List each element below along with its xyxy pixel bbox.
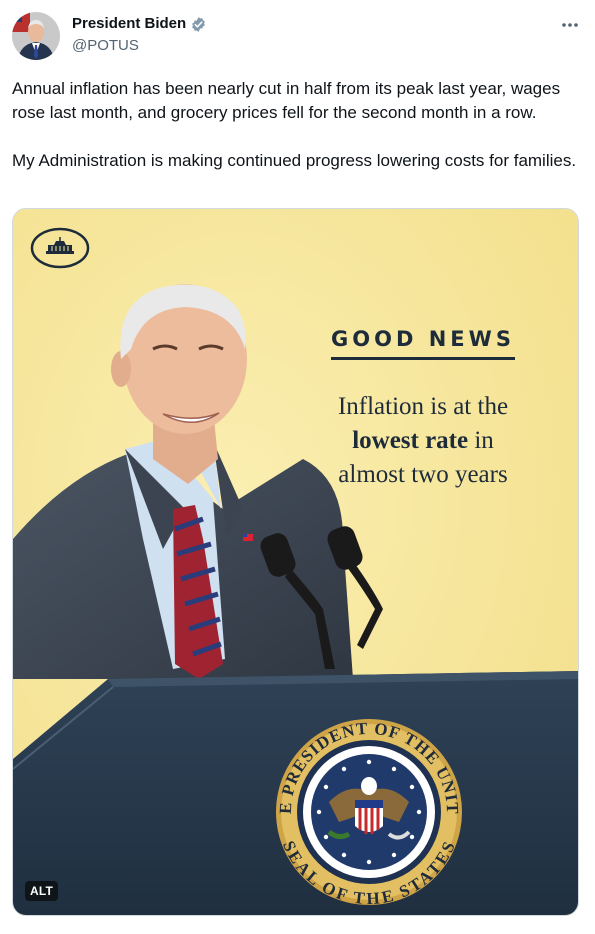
image-artwork: THE PRESIDENT OF THE UNITED SEAL OF THE … xyxy=(13,209,578,915)
image-headline: GOOD NEWS Inflation is at the lowest rat… xyxy=(313,327,533,492)
white-house-logo-icon xyxy=(30,227,90,269)
verified-badge-icon xyxy=(190,16,207,33)
avatar-image xyxy=(12,12,60,60)
statement-line-2: lowest rate in xyxy=(313,424,533,458)
more-options-button[interactable] xyxy=(559,14,581,36)
tweet-paragraph: My Administration is making continued pr… xyxy=(12,151,577,170)
alt-text-badge[interactable]: ALT xyxy=(25,881,59,901)
statement-line-3: almost two years xyxy=(338,461,508,488)
author-name-row: President Biden xyxy=(72,15,207,33)
statement-line-2-rest: in xyxy=(468,427,494,454)
avatar[interactable] xyxy=(12,12,60,60)
statement-line-1: Inflation is at the xyxy=(337,393,509,420)
inflation-statement: Inflation is at the lowest rate in almos… xyxy=(313,390,533,492)
more-dots-icon xyxy=(562,23,578,27)
tweet-text: Annual inflation has been nearly cut in … xyxy=(12,77,582,173)
tweet-image[interactable]: THE PRESIDENT OF THE UNITED SEAL OF THE … xyxy=(12,208,579,916)
display-name[interactable]: President Biden xyxy=(72,15,186,33)
tweet: President Biden @POTUS Annual inflation … xyxy=(0,0,595,934)
statement-emphasis: lowest rate xyxy=(352,427,469,454)
handle[interactable]: @POTUS xyxy=(72,37,139,54)
good-news-heading: GOOD NEWS xyxy=(331,327,515,360)
tweet-paragraph: Annual inflation has been nearly cut in … xyxy=(12,79,561,122)
